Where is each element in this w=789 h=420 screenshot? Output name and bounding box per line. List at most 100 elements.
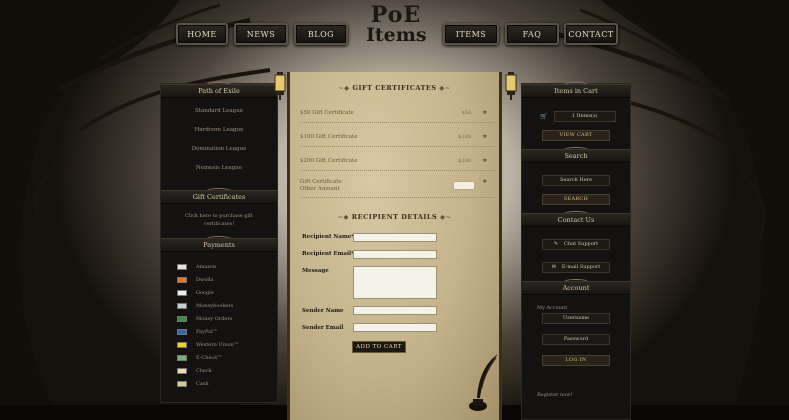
nav-faq-button[interactable]: FAQ <box>505 23 559 45</box>
nav-blog-button[interactable]: BLOG <box>294 23 348 45</box>
payment-label: Dwolla <box>196 276 214 283</box>
cert-row-50[interactable]: $50 Gift Certificate $50 ✱ <box>300 103 495 123</box>
money-order-icon <box>177 315 187 322</box>
payment-label: Western Union™ <box>196 341 239 348</box>
recipient-details-heading-text: RECIPIENT DETAILS <box>351 213 438 221</box>
payment-item: Cash <box>161 377 277 390</box>
add-to-cart-button[interactable]: ADD TO CART <box>352 341 406 353</box>
payment-label: PayPal™ <box>196 328 218 335</box>
payment-item: E-Check™ <box>161 351 277 364</box>
right-sidebar: Items in Cart 🛒 1 Items(s) VIEW CART Sea… <box>521 82 631 420</box>
cert-price: $50 <box>461 109 471 116</box>
my-account-label: My Account <box>537 305 568 311</box>
dwolla-icon <box>177 276 187 283</box>
recipient-email-label: Recipient Email* <box>302 251 355 257</box>
contact-panel-title: Contact Us <box>522 211 630 227</box>
cert-add-icon[interactable]: ✱ <box>483 134 487 140</box>
check-icon <box>177 367 187 374</box>
cash-icon <box>177 380 187 387</box>
parchment-content: ~◆ GIFT CERTIFICATES ◆~ $50 Gift Certifi… <box>287 72 502 420</box>
cart-count-field: 1 Items(s) <box>553 111 616 122</box>
sender-name-input[interactable] <box>353 306 437 315</box>
payment-label: E-Check™ <box>196 354 223 361</box>
cert-other-label: Gift Certificate Other Amount <box>300 179 342 192</box>
gift-certificates-heading-text: GIFT CERTIFICATES <box>352 84 437 92</box>
search-input[interactable]: Search Here <box>542 175 610 186</box>
paypal-icon <box>177 328 187 335</box>
gift-purchase-link[interactable]: Click here to purchase gift certificates… <box>161 204 277 238</box>
message-label: Message <box>302 268 329 274</box>
lantern-right-icon <box>505 72 517 100</box>
search-panel-title: Search <box>522 147 630 163</box>
mail-icon: ✉ <box>551 264 556 270</box>
payment-item: PayPal™ <box>161 325 277 338</box>
payment-item: Moneybookers <box>161 299 277 312</box>
recipient-details-heading: ~◆ RECIPIENT DETAILS ◆~ <box>337 213 452 221</box>
cert-label: $100 Gift Certificate <box>300 133 358 140</box>
chat-support-link[interactable]: ✎ Chat Support <box>542 239 610 250</box>
register-link[interactable]: Register now! <box>537 392 630 398</box>
google-icon <box>177 289 187 296</box>
western-union-icon <box>177 341 187 348</box>
lantern-left-icon <box>274 72 286 100</box>
cert-row-100[interactable]: $100 Gift Certificate $100 ✱ <box>300 127 495 147</box>
cert-row-other: Gift Certificate Other Amount ✱ <box>300 176 495 198</box>
cert-add-icon[interactable]: ✱ <box>483 158 487 164</box>
echeck-icon <box>177 354 187 361</box>
payments-panel-title: Payments <box>161 236 277 252</box>
cert-price: $200 <box>458 157 471 164</box>
leagues-panel-title: Path of Exile <box>161 82 277 98</box>
payment-item: Dwolla <box>161 273 277 286</box>
nav-contact-button[interactable]: CONTACT <box>564 23 618 45</box>
cert-add-icon[interactable]: ✱ <box>483 110 487 116</box>
view-cart-button[interactable]: VIEW CART <box>542 130 610 141</box>
cert-label: $200 Gift Certificate <box>300 157 358 164</box>
nav-items-button[interactable]: ITEMS <box>443 23 499 45</box>
email-support-link[interactable]: ✉ E-mail Support <box>542 262 610 273</box>
cart-icon: 🛒 <box>540 113 548 120</box>
recipient-email-input[interactable] <box>353 250 437 259</box>
cart-summary[interactable]: 🛒 1 Items(s) <box>540 111 616 122</box>
recipient-name-input[interactable] <box>353 233 437 242</box>
login-button[interactable]: LOG IN <box>542 355 610 366</box>
other-amount-input[interactable] <box>453 181 475 190</box>
cert-label: $50 Gift Certificate <box>300 109 354 116</box>
search-button[interactable]: SEARCH <box>542 194 610 205</box>
cart-panel-title: Items in Cart <box>522 82 630 98</box>
gift-certificates-heading: ~◆ GIFT CERTIFICATES ◆~ <box>338 84 451 92</box>
league-nemesis-link[interactable]: Nemesis League <box>161 159 277 178</box>
amazon-icon <box>177 263 187 270</box>
payment-label: Amazon <box>196 263 217 270</box>
moneybookers-icon <box>177 302 187 309</box>
logo-line2: Items <box>366 23 427 46</box>
site-logo[interactable]: PoE Items <box>366 2 427 65</box>
gift-panel-title: Gift Certificates <box>161 188 277 204</box>
left-sidebar: Path of Exile Standard League Hardcore L… <box>160 82 278 403</box>
league-domination-link[interactable]: Domination League <box>161 140 277 159</box>
sender-email-input[interactable] <box>353 323 437 332</box>
payment-item: Check <box>161 364 277 377</box>
payment-label: Google <box>196 289 214 296</box>
account-panel-title: Account <box>522 279 630 295</box>
sender-name-label: Sender Name <box>302 308 344 314</box>
username-input[interactable]: Username <box>542 313 610 324</box>
payment-label: Check <box>196 367 212 374</box>
quill-pen-icon <box>469 354 498 411</box>
logo-line1: PoE <box>370 2 422 28</box>
payment-item: Money Orders <box>161 312 277 325</box>
sender-email-label: Sender Email <box>302 325 344 331</box>
cert-add-icon[interactable]: ✱ <box>483 179 487 185</box>
cert-row-200[interactable]: $200 Gift Certificate $200 ✱ <box>300 151 495 171</box>
chat-icon: ✎ <box>553 241 559 247</box>
password-input[interactable]: Password <box>542 334 610 345</box>
league-hardcore-link[interactable]: Hardcore League <box>161 121 277 140</box>
payment-label: Money Orders <box>196 315 233 322</box>
payment-label: Moneybookers <box>196 302 234 309</box>
league-standard-link[interactable]: Standard League <box>161 102 277 121</box>
message-textarea[interactable] <box>353 266 437 299</box>
nav-news-button[interactable]: NEWS <box>234 23 288 45</box>
payment-item: Amazon <box>161 260 277 273</box>
nav-home-button[interactable]: HOME <box>176 23 228 45</box>
cert-price: $100 <box>458 133 471 140</box>
payment-item: Google <box>161 286 277 299</box>
